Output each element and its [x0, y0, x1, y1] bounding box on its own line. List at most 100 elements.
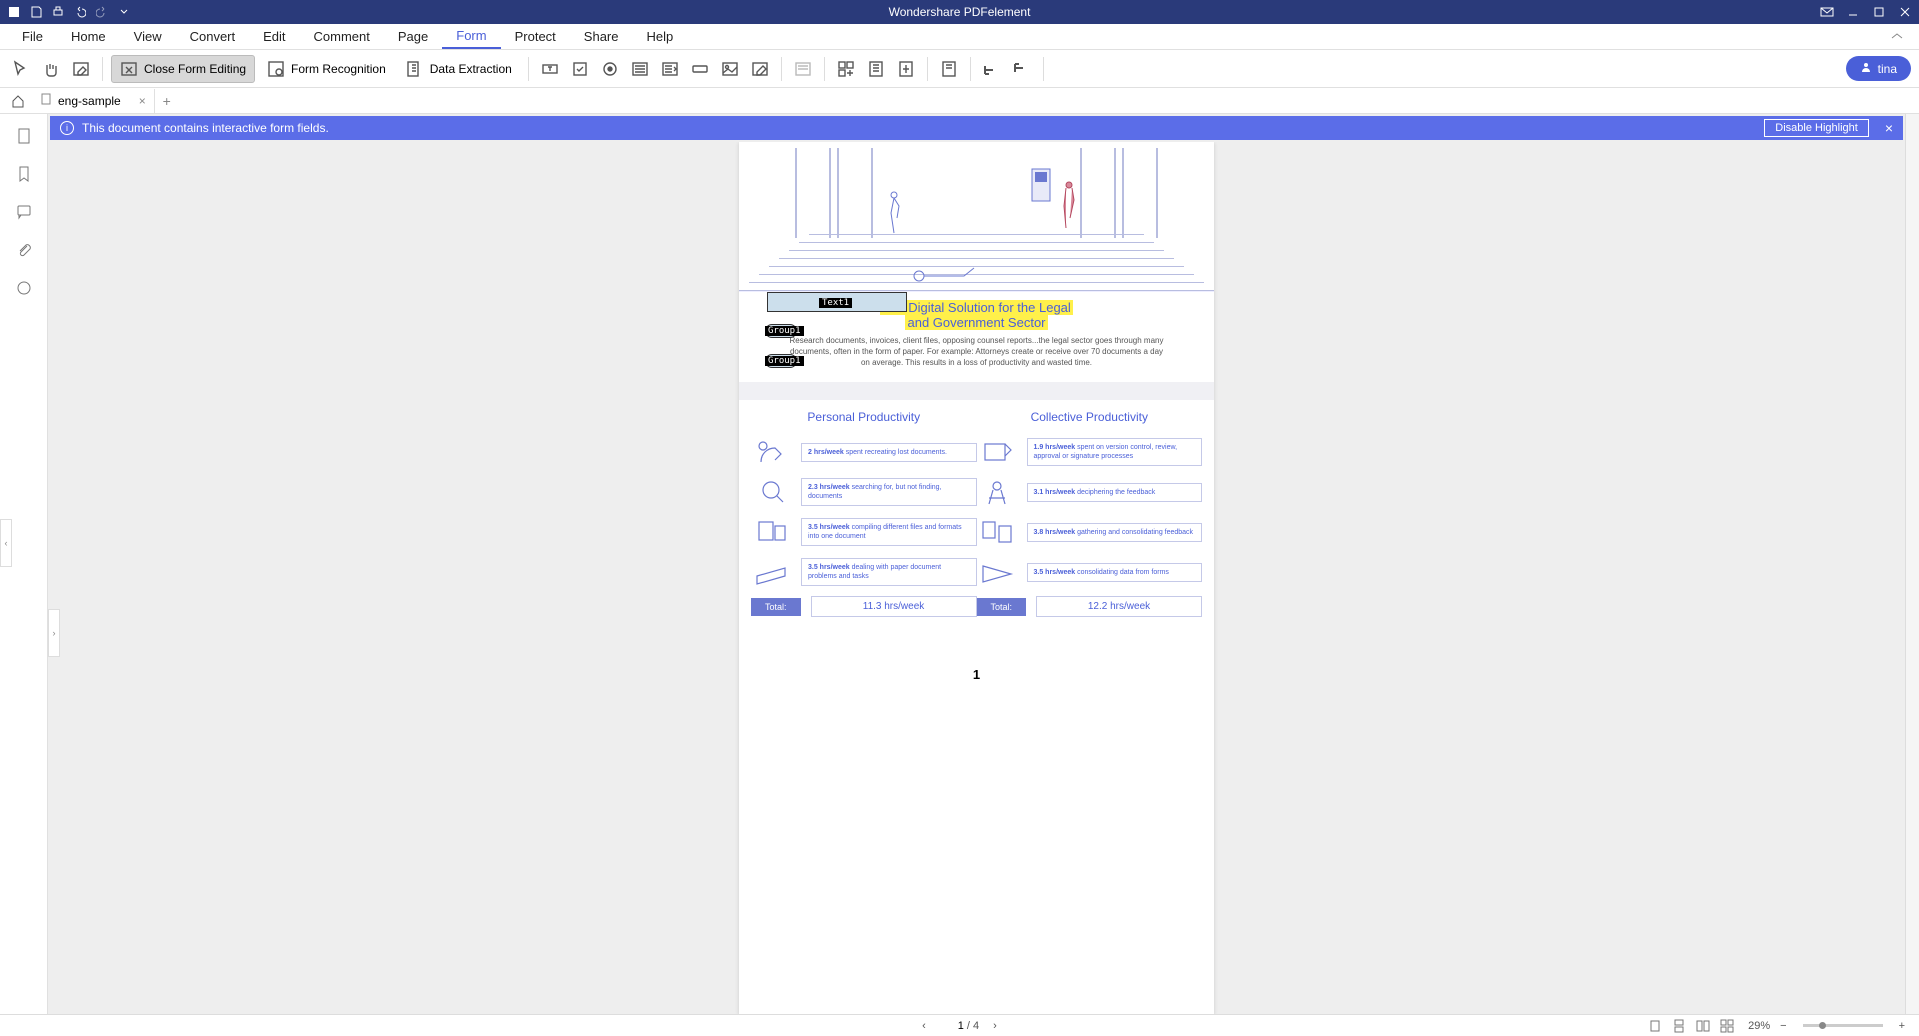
save-icon[interactable]	[28, 4, 44, 20]
close-window-icon[interactable]	[1897, 4, 1913, 20]
data-extraction-button[interactable]: Data Extraction	[398, 56, 520, 82]
form-recognition-button[interactable]: Form Recognition	[259, 56, 394, 82]
page-navigator: ‹ / 4 ›	[922, 1020, 997, 1032]
align-tool-b-icon[interactable]	[1009, 56, 1035, 82]
attachments-panel-icon[interactable]	[10, 236, 38, 264]
page-input[interactable]	[940, 1020, 964, 1032]
document-canvas[interactable]: Text1 Group1 Group1 The Digital Solution…	[48, 142, 1905, 1014]
next-page-icon[interactable]: ›	[993, 1020, 997, 1032]
bookmarks-panel-icon[interactable]	[10, 160, 38, 188]
zoom-in-icon[interactable]: +	[1895, 1020, 1909, 1032]
close-form-editing-label: Close Form Editing	[144, 62, 246, 76]
user-account-button[interactable]: tina	[1846, 56, 1911, 81]
menu-home[interactable]: Home	[57, 25, 120, 48]
menu-share[interactable]: Share	[570, 25, 633, 48]
image-field-icon[interactable]	[717, 56, 743, 82]
edit-tool-icon[interactable]	[68, 56, 94, 82]
menu-protect[interactable]: Protect	[501, 25, 570, 48]
data-extraction-icon	[406, 60, 424, 78]
menubar: File Home View Convert Edit Comment Page…	[0, 24, 1919, 50]
menu-form[interactable]: Form	[442, 24, 500, 49]
form-recognition-label: Form Recognition	[291, 62, 386, 76]
pdf-page: Text1 Group1 Group1 The Digital Solution…	[739, 142, 1214, 1014]
comments-panel-icon[interactable]	[10, 198, 38, 226]
consolidate-icon	[977, 556, 1017, 588]
menu-edit[interactable]: Edit	[249, 25, 299, 48]
personal-row-2: 3.5 hrs/week compiling different files a…	[801, 518, 977, 546]
close-tab-icon[interactable]: ×	[139, 94, 146, 108]
prev-page-icon[interactable]: ‹	[922, 1020, 926, 1032]
collective-productivity-column: Collective Productivity 1.9 hrs/week spe…	[977, 410, 1203, 617]
align-tool-a-icon[interactable]	[979, 56, 1005, 82]
view-facing-continuous-icon[interactable]	[1718, 1018, 1736, 1034]
listbox-field-icon[interactable]	[657, 56, 683, 82]
form-toolbar: Close Form Editing Form Recognition Data…	[0, 50, 1919, 88]
collective-row-3: 3.5 hrs/week consolidating data from for…	[1027, 563, 1203, 582]
personal-total-label: Total:	[751, 598, 801, 616]
search-panel-icon[interactable]	[10, 274, 38, 302]
form-tool-c-icon[interactable]	[893, 56, 919, 82]
menu-help[interactable]: Help	[633, 25, 688, 48]
vertical-scrollbar[interactable]	[1905, 114, 1919, 1014]
button-field-icon[interactable]	[687, 56, 713, 82]
menu-comment[interactable]: Comment	[300, 25, 384, 48]
decipher-icon	[977, 476, 1017, 508]
view-facing-icon[interactable]	[1694, 1018, 1712, 1034]
view-continuous-icon[interactable]	[1670, 1018, 1688, 1034]
collective-total-value: 12.2 hrs/week	[1036, 596, 1202, 617]
hand-tool-icon[interactable]	[38, 56, 64, 82]
zoom-out-icon[interactable]: −	[1776, 1020, 1790, 1032]
menu-file[interactable]: File	[8, 25, 57, 48]
zoom-level: 29%	[1748, 1020, 1770, 1032]
close-form-icon	[120, 60, 138, 78]
maximize-icon[interactable]	[1871, 4, 1887, 20]
collective-row-1: 3.1 hrs/week deciphering the feedback	[1027, 483, 1203, 502]
version-icon	[977, 436, 1017, 468]
productivity-section: Personal Productivity 2 hrs/week spent r…	[739, 400, 1214, 627]
form-properties-icon[interactable]	[936, 56, 962, 82]
minimize-icon[interactable]	[1845, 4, 1861, 20]
checkbox-field-icon[interactable]	[567, 56, 593, 82]
fallen-figure-icon	[909, 266, 979, 286]
menu-page[interactable]: Page	[384, 25, 442, 48]
dropdown-icon[interactable]	[116, 4, 132, 20]
more-fields-icon[interactable]	[790, 56, 816, 82]
undo-icon[interactable]	[72, 4, 88, 20]
panel-collapse-left-icon[interactable]: ‹	[0, 519, 12, 567]
panel-collapse-right-icon[interactable]: ›	[48, 609, 60, 657]
compile-icon	[751, 516, 791, 548]
form-recognition-icon	[267, 60, 285, 78]
paper-icon	[751, 556, 791, 588]
add-tab-button[interactable]: +	[155, 93, 179, 109]
collective-total-label: Total:	[977, 598, 1027, 616]
signature-field-icon[interactable]	[747, 56, 773, 82]
titlebar: Wondershare PDFelement	[0, 0, 1919, 24]
form-tool-b-icon[interactable]	[863, 56, 889, 82]
combobox-field-icon[interactable]	[627, 56, 653, 82]
collapse-ribbon-icon[interactable]	[1883, 24, 1911, 50]
close-form-editing-button[interactable]: Close Form Editing	[111, 55, 255, 83]
menu-convert[interactable]: Convert	[176, 25, 250, 48]
personal-productivity-column: Personal Productivity 2 hrs/week spent r…	[751, 410, 977, 617]
collective-row-2: 3.8 hrs/week gathering and consolidating…	[1027, 523, 1203, 542]
print-icon[interactable]	[50, 4, 66, 20]
user-icon	[1860, 61, 1872, 76]
form-tool-a-icon[interactable]	[833, 56, 859, 82]
mail-icon[interactable]	[1819, 4, 1835, 20]
view-single-icon[interactable]	[1646, 1018, 1664, 1034]
radio-field-icon[interactable]	[597, 56, 623, 82]
menu-view[interactable]: View	[120, 25, 176, 48]
disable-highlight-button[interactable]: Disable Highlight	[1764, 119, 1869, 137]
text-field-icon[interactable]	[537, 56, 563, 82]
form-group1-label: Group1	[765, 326, 804, 336]
close-info-icon[interactable]: ×	[1885, 120, 1893, 136]
thumbnails-panel-icon[interactable]	[10, 122, 38, 150]
zoom-slider[interactable]	[1803, 1024, 1883, 1027]
collective-title: Collective Productivity	[977, 410, 1203, 424]
home-tab-icon[interactable]	[4, 89, 32, 113]
personal-title: Personal Productivity	[751, 410, 977, 424]
redo-icon[interactable]	[94, 4, 110, 20]
app-logo-icon	[6, 4, 22, 20]
select-tool-icon[interactable]	[8, 56, 34, 82]
document-tab[interactable]: eng-sample ×	[32, 89, 155, 113]
